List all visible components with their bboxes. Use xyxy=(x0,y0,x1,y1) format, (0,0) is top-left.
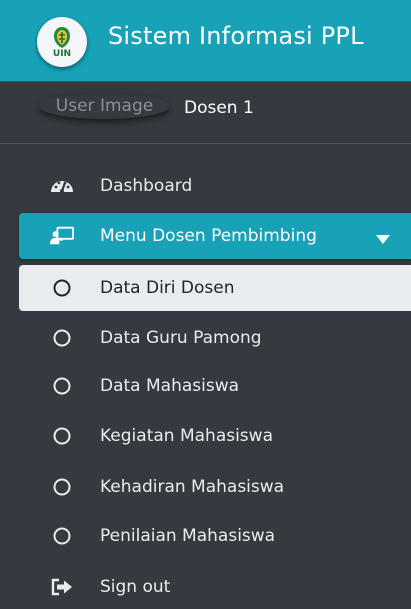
nav-item-penilaian-mahasiswa[interactable]: Penilaian Mahasiswa xyxy=(0,514,411,558)
nav-label: Data Guru Pamong xyxy=(100,328,262,348)
nav-item-dashboard[interactable]: Dashboard xyxy=(0,164,411,208)
nav-item-menu-dosen-pembimbing[interactable]: Menu Dosen Pembimbing xyxy=(19,213,411,259)
nav-item-sign-out[interactable]: Sign out xyxy=(0,565,411,609)
nav-label: Penilaian Mahasiswa xyxy=(100,526,276,546)
circle-outline-icon xyxy=(50,426,74,446)
uin-logo-emblem xyxy=(54,27,70,48)
nav-item-data-mahasiswa[interactable]: Data Mahasiswa xyxy=(0,364,411,408)
brand-title: Sistem Informasi PPL xyxy=(108,22,364,50)
circle-outline-icon xyxy=(50,526,74,546)
nav-label: Sign out xyxy=(100,577,171,597)
nav-item-data-guru-pamong[interactable]: Data Guru Pamong xyxy=(0,316,411,360)
nav-item-kegiatan-mahasiswa[interactable]: Kegiatan Mahasiswa xyxy=(0,414,411,458)
chalkboard-teacher-icon xyxy=(50,226,74,246)
circle-outline-icon xyxy=(50,278,74,298)
logo-text: UIN xyxy=(52,49,72,59)
circle-outline-icon xyxy=(50,376,74,396)
user-name-link[interactable]: Dosen 1 xyxy=(184,98,254,118)
nav-item-kehadiran-mahasiswa[interactable]: Kehadiran Mahasiswa xyxy=(0,465,411,509)
user-image[interactable]: User Image xyxy=(39,93,170,119)
user-panel: User Image Dosen 1 xyxy=(0,82,411,144)
nav-item-data-diri-dosen[interactable]: Data Diri Dosen xyxy=(19,265,411,311)
circle-outline-icon xyxy=(50,477,74,497)
nav-label: Kegiatan Mahasiswa xyxy=(100,426,273,446)
brand-link[interactable]: UIN Sistem Informasi PPL xyxy=(0,0,411,82)
caret-down-icon xyxy=(375,230,391,244)
nav-label: Data Mahasiswa xyxy=(100,376,240,396)
nav-label: Menu Dosen Pembimbing xyxy=(100,226,317,246)
sign-out-icon xyxy=(50,577,74,597)
circle-outline-icon xyxy=(50,328,74,348)
nav-label: Kehadiran Mahasiswa xyxy=(100,477,285,497)
nav-label: Data Diri Dosen xyxy=(100,278,235,298)
nav-label: Dashboard xyxy=(100,176,193,196)
tachometer-icon xyxy=(50,176,74,196)
uin-logo-icon: UIN xyxy=(37,17,87,67)
